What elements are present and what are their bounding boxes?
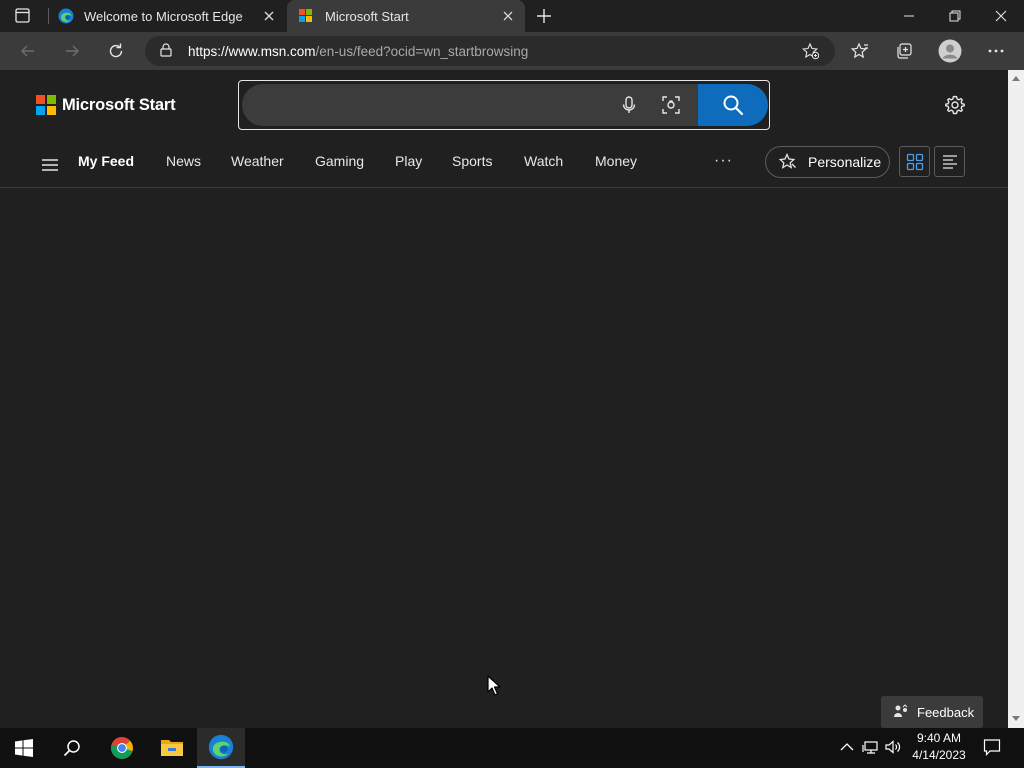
search-button[interactable] [698,84,768,126]
show-hidden-icons-icon[interactable] [838,738,856,756]
microsoft-start-logo[interactable]: Microsoft Start [36,95,176,115]
clock-date: 4/14/2023 [912,748,966,762]
lock-icon[interactable] [158,42,174,58]
network-icon[interactable] [862,738,880,756]
microsoft-logo-icon [36,95,56,115]
mouse-cursor-icon [487,675,501,697]
grid-view-button[interactable] [899,146,930,177]
nav-item-play[interactable]: Play [395,152,422,178]
personalize-button[interactable]: Personalize [765,146,890,178]
close-tab-icon[interactable] [501,9,515,23]
windows-taskbar: 9:40 AM 4/14/2023 [0,728,1024,768]
nav-item-gaming[interactable]: Gaming [315,152,364,178]
tab-title: Microsoft Start [325,8,409,24]
microsoft-logo-icon [299,9,313,23]
personalize-label: Personalize [808,154,882,170]
taskbar-clock[interactable]: 9:40 AM 4/14/2023 [906,730,972,764]
tab-title: Welcome to Microsoft Edge [84,8,243,24]
edge-icon [208,734,234,760]
favorites-icon[interactable] [850,41,870,61]
nav-item-my-feed[interactable]: My Feed [78,152,134,178]
search-box [238,80,770,130]
scroll-up-icon[interactable] [1012,76,1020,81]
chrome-icon [110,736,134,760]
address-bar[interactable]: https://www.msn.com/en-us/feed?ocid=wn_s… [145,36,835,66]
restore-button[interactable] [932,0,978,32]
browser-title-bar: Welcome to Microsoft Edge Microsoft Star… [0,0,1024,32]
list-view-icon [941,153,959,171]
add-favorite-icon[interactable] [802,42,820,60]
close-window-button[interactable] [978,0,1024,32]
taskbar-search-button[interactable] [48,728,96,768]
microphone-icon[interactable] [619,95,639,115]
taskbar-file-explorer[interactable] [148,728,196,768]
feedback-button[interactable]: Feedback [881,696,983,728]
page-content: Microsoft Start My Feed News Weather Gam… [0,70,1008,728]
personalize-star-icon [779,153,797,171]
back-icon[interactable] [18,41,38,61]
tab-actions-icon[interactable] [12,6,34,26]
minimize-button[interactable] [886,0,932,32]
search-input[interactable] [242,84,700,126]
search-icon [722,94,744,116]
volume-icon[interactable] [884,738,902,756]
nav-item-sports[interactable]: Sports [452,152,492,178]
more-nav-button[interactable]: ··· [714,152,733,170]
edge-icon [58,8,74,24]
url-path: /en-us/feed?ocid=wn_startbrowsing [315,44,529,59]
hamburger-menu-icon[interactable] [41,156,59,174]
list-view-button[interactable] [934,146,965,177]
windows-logo-icon [15,739,33,757]
tab-microsoft-start[interactable]: Microsoft Start [287,0,525,32]
folder-icon [160,737,184,759]
feedback-icon [893,704,909,720]
start-button[interactable] [0,728,48,768]
visual-search-icon[interactable] [661,95,681,115]
gear-icon[interactable] [944,94,966,116]
feed-navigation: My Feed News Weather Gaming Play Sports … [0,142,1008,188]
tab-welcome-edge[interactable]: Welcome to Microsoft Edge [46,0,286,32]
page-scrollbar[interactable] [1008,70,1024,728]
url-host: https://www.msn.com [188,44,316,59]
refresh-icon[interactable] [106,41,126,61]
url-text[interactable]: https://www.msn.com/en-us/feed?ocid=wn_s… [188,44,528,59]
browser-toolbar: https://www.msn.com/en-us/feed?ocid=wn_s… [0,32,1024,70]
nav-item-news[interactable]: News [166,152,201,178]
collections-icon[interactable] [894,41,914,61]
new-tab-icon[interactable] [534,6,554,26]
close-tab-icon[interactable] [262,9,276,23]
scroll-down-icon[interactable] [1012,716,1020,721]
clock-time: 9:40 AM [916,731,962,745]
nav-item-weather[interactable]: Weather [231,152,284,178]
profile-avatar[interactable] [938,39,962,63]
feedback-label: Feedback [917,704,975,720]
taskbar-edge[interactable] [197,728,245,768]
nav-item-watch[interactable]: Watch [524,152,563,178]
grid-view-icon [906,153,924,171]
nav-item-money[interactable]: Money [595,152,637,178]
taskbar-chrome[interactable] [98,728,146,768]
search-icon [63,739,81,757]
notifications-icon[interactable] [983,738,1001,756]
forward-icon[interactable] [62,41,82,61]
settings-more-icon[interactable] [986,41,1006,61]
brand-name: Microsoft Start [62,95,176,114]
